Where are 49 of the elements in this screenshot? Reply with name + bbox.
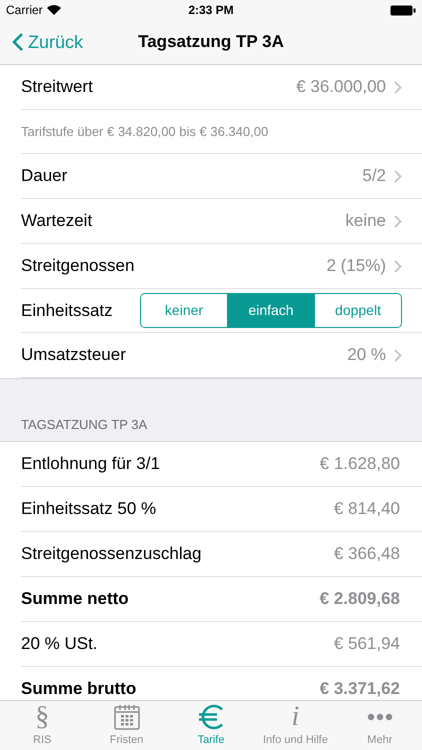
battery-icon [390, 4, 416, 16]
tab-bar-item[interactable]: Mehr [338, 701, 422, 750]
calendar-icon [114, 704, 140, 730]
result-value: € 2.809,68 [320, 588, 400, 610]
setting-row[interactable]: Streitwert € 36.000,00 [21, 65, 422, 110]
setting-row[interactable]: Streitgenossen 2 (15%) [21, 244, 422, 289]
chevron-icon [394, 170, 402, 182]
euro-icon [197, 704, 226, 730]
more-icon [366, 712, 393, 720]
chevron-icon [394, 260, 402, 272]
result-value: € 366,48 [334, 543, 400, 566]
result-label: Einheitssatz 50 % [21, 498, 156, 520]
setting-row[interactable]: Umsatzsteuer 20 % [21, 333, 422, 378]
back-button[interactable]: Zurück [0, 28, 84, 56]
setting-value: 20 % [347, 344, 386, 366]
setting-value: keine [345, 210, 386, 232]
result-value: € 3.371,62 [320, 678, 400, 700]
setting-row[interactable]: Dauer 5/2 [21, 154, 422, 199]
result-label: 20 % USt. [21, 633, 98, 656]
chevron-icon [394, 348, 402, 362]
result-label: Entlohnung für 3/1 [21, 453, 160, 476]
result-value: € 561,94 [334, 633, 400, 656]
setting-value: 2 (15%) [326, 255, 386, 278]
tab-bar-item[interactable]: Fristen [84, 701, 169, 750]
result-value: € 1.628,80 [320, 453, 400, 476]
setting-label: Einheitssatz [21, 300, 113, 322]
tab-bar-item[interactable]: Tarife [168, 701, 254, 750]
result-label: Summe brutto [21, 678, 136, 700]
setting-value: € 36.000,00 [296, 76, 386, 98]
tab-bar-item[interactable]: i Info und Hilfe [253, 701, 338, 750]
carrier-label: Carrier [6, 2, 43, 19]
nav-title: Tagsatzung TP 3A [138, 31, 284, 54]
tab-bar-item[interactable]: § RIS [0, 701, 84, 750]
info-icon: i [292, 702, 300, 732]
chevron-icon [394, 80, 402, 94]
segment-option[interactable]: doppelt [314, 294, 401, 327]
section-header: TAGSATZUNG TP 3A [21, 416, 148, 434]
setting-row[interactable]: Wartezeit keine [21, 199, 422, 244]
segment-option[interactable]: einfach [227, 294, 314, 327]
back-chevron-icon [12, 32, 24, 52]
setting-value: 5/2 [362, 165, 386, 188]
section-sign-icon: § [35, 702, 50, 732]
tariff-note: Tarifstufe über € 34.820,00 bis € 36.340,00 [21, 122, 268, 141]
chevron-icon [394, 214, 402, 228]
wifi-icon [46, 5, 61, 15]
result-label: Summe netto [21, 588, 129, 610]
result-value: € 814,40 [334, 498, 400, 520]
status-time: 2:33 PM [188, 2, 234, 19]
result-label: Streitgenossenzuschlag [21, 543, 202, 566]
